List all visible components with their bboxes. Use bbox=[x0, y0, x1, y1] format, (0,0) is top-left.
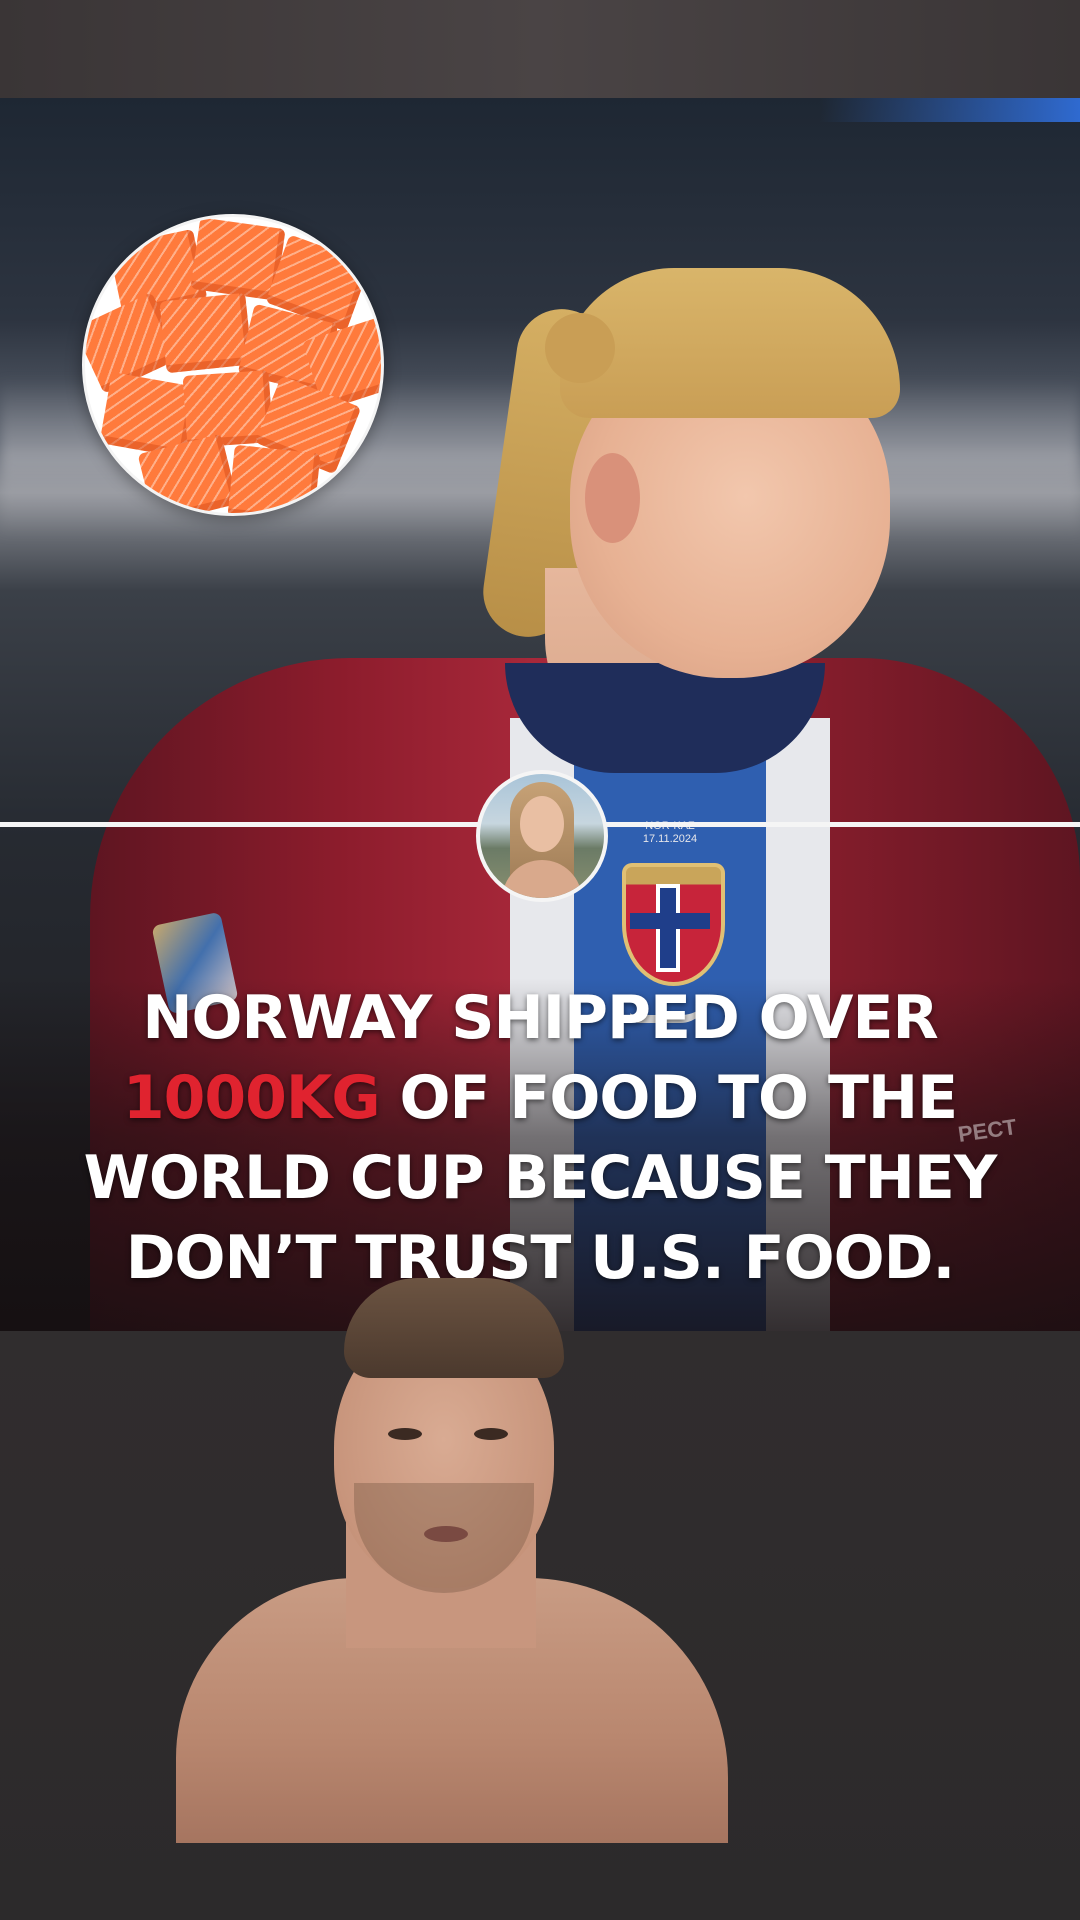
salmon-cube bbox=[159, 292, 253, 374]
presenter-mouth bbox=[424, 1526, 468, 1542]
presenter-eye-left bbox=[388, 1428, 422, 1440]
caption-line-3: WORLD CUP BECAUSE THEY bbox=[83, 1143, 998, 1213]
video-frame: NOR-KAZ 17.11.2024 PECT NORWAY SHIPPED O… bbox=[0, 0, 1080, 1920]
stadium-light bbox=[820, 98, 1080, 122]
caption-line-2: 1000KG OF FOOD TO THE bbox=[30, 1058, 1050, 1138]
creator-avatar[interactable] bbox=[476, 770, 608, 902]
caption-line-2-rest: OF FOOD TO THE bbox=[379, 1063, 959, 1133]
avatar-face bbox=[520, 796, 564, 852]
presenter-hair bbox=[344, 1278, 564, 1378]
jersey-match-date: 17.11.2024 bbox=[642, 833, 698, 845]
caption-highlight: 1000KG bbox=[122, 1063, 381, 1133]
salmon-cube bbox=[227, 444, 321, 513]
salmon-cubes-icon bbox=[82, 214, 384, 516]
player-ear bbox=[585, 453, 640, 543]
presenter-video bbox=[176, 1278, 728, 1843]
top-bar bbox=[0, 0, 1080, 98]
crest-cross-horizontal bbox=[630, 913, 710, 929]
headline-caption: NORWAY SHIPPED OVER 1000KG OF FOOD TO TH… bbox=[30, 978, 1050, 1298]
player-hair-bun bbox=[545, 313, 615, 383]
caption-line-1: NORWAY SHIPPED OVER bbox=[142, 983, 938, 1053]
presenter-eye-right bbox=[474, 1428, 508, 1440]
